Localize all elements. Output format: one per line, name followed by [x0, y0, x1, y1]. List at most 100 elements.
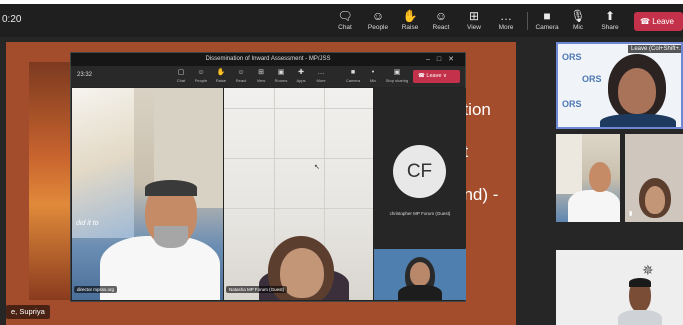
share-button[interactable]: ⬆ Share — [593, 8, 627, 31]
embedded-raise-label: Raise — [215, 78, 227, 83]
view-label: View — [467, 24, 481, 31]
raise-hand-button[interactable]: ✋ Raise — [393, 8, 427, 31]
embedded-raise-button[interactable]: ✋ Raise — [211, 68, 231, 83]
video-tile-natasha[interactable]: ↖ Natasha MP Forum (Guest) — [224, 88, 373, 300]
stop-sharing-icon: ▣ — [393, 69, 401, 76]
window-controls[interactable]: –□✕ — [426, 53, 461, 66]
meeting-toolbar: 0:20 🗨 Chat ☺ People ✋ Raise ☺ React ⊞ V… — [0, 4, 683, 37]
people-button[interactable]: ☺ People — [361, 8, 395, 31]
embedded-camera-label: Camera — [345, 78, 361, 83]
camera-label: Camera — [535, 24, 559, 31]
people-label: People — [367, 24, 389, 31]
embedded-more-button[interactable]: … More — [311, 68, 331, 83]
avatar: CF — [393, 145, 446, 198]
participant-name-tag: director mpsss.org — [74, 286, 118, 293]
person-head — [589, 162, 611, 192]
poster-image — [72, 88, 134, 238]
slide-image — [29, 62, 71, 300]
ceiling-line — [224, 158, 373, 159]
person-body — [398, 285, 442, 300]
leave-button[interactable]: ☎ Leave — [634, 12, 683, 31]
share-label: Share — [601, 24, 619, 31]
embedded-rooms-button[interactable]: ▣ Rooms — [271, 68, 291, 83]
react-label: React — [432, 24, 450, 31]
person-head — [410, 262, 430, 286]
video-tile-christopher[interactable]: CF christopher MP Forum (Guest) — [374, 88, 466, 248]
ceiling-line — [224, 108, 373, 109]
video-tile-active-speaker[interactable]: ORS ORS ORS Leave (Col+Shift+... — [556, 42, 683, 129]
poster-image — [556, 134, 582, 194]
embedded-timer: 23:32 — [77, 72, 93, 78]
camera-button[interactable]: ■ Camera — [530, 8, 564, 31]
embedded-meeting-window: Dissemination of Inward Assessment - MP/… — [70, 52, 466, 302]
meeting-timer: 0:20 — [2, 14, 22, 25]
more-button[interactable]: … More — [489, 8, 523, 31]
logo: ORS — [582, 74, 602, 84]
embedded-chat-button[interactable]: ▢ Chat — [171, 68, 191, 83]
embedded-react-label: React — [235, 78, 247, 83]
view-icon: ⊞ — [468, 9, 480, 23]
mic-icon: 🎙 — [570, 9, 586, 23]
view-button[interactable]: ⊞ View — [457, 8, 491, 31]
embedded-view-button[interactable]: ⊞ View — [251, 68, 271, 83]
camera-icon: ■ — [350, 69, 356, 76]
person-body — [568, 190, 620, 222]
video-tile-participant[interactable]: ✵ — [556, 250, 683, 325]
cursor-icon: ↖ — [314, 164, 320, 171]
video-tile-director[interactable]: did it to director mpsss.org — [72, 88, 223, 300]
embedded-people-label: People — [194, 78, 208, 83]
embedded-people-button[interactable]: ☺ People — [191, 68, 211, 83]
person-head — [645, 186, 665, 214]
raise-hand-icon: ✋ — [216, 69, 226, 76]
more-icon: … — [317, 69, 325, 76]
people-icon: ☺ — [371, 9, 385, 23]
embedded-react-button[interactable]: ☺ React — [231, 68, 251, 83]
toolbar-divider — [527, 12, 528, 30]
person-hair — [629, 278, 651, 287]
presenter-name-tag: e, Supriya — [6, 305, 50, 319]
chevron-down-icon: ∨ — [442, 73, 447, 79]
mic-label: Mic — [572, 24, 584, 31]
stop-sharing-button[interactable]: ▣ Stop sharing — [385, 68, 409, 83]
window-title: Dissemination of Inward Assessment - MP/… — [205, 56, 331, 62]
chat-button[interactable]: 🗨 Chat — [328, 8, 362, 31]
react-icon: ☺ — [434, 9, 448, 23]
embedded-leave-label: Leave — [426, 73, 442, 79]
apps-icon: ✚ — [298, 69, 304, 76]
participant-name-tag: christopher MP Forum (Guest) — [389, 211, 451, 216]
participant-name-tag: Natasha MP Forum (Guest) — [226, 286, 288, 293]
video-tile-natasha-small[interactable]: ▮ — [625, 134, 683, 222]
person-head — [618, 68, 656, 114]
share-icon: ⬆ — [604, 9, 616, 23]
embedded-chat-label: Chat — [176, 78, 186, 83]
stop-sharing-label: Stop sharing — [385, 78, 409, 83]
poster-text: did it to — [76, 220, 99, 227]
phone-icon: ☎ — [418, 73, 425, 79]
more-icon: … — [500, 9, 512, 23]
chat-icon: 🗨 — [337, 9, 353, 23]
embedded-camera-button[interactable]: ■ Camera — [343, 68, 363, 83]
view-icon: ⊞ — [258, 69, 264, 76]
embedded-mic-button[interactable]: • Mic — [363, 68, 383, 83]
raise-label: Raise — [401, 24, 419, 31]
meeting-stage: ation nt and) - Dissemination of Inward … — [0, 37, 683, 325]
rooms-icon: ▣ — [277, 69, 285, 76]
person-body — [600, 114, 676, 127]
chat-icon: ▢ — [177, 69, 185, 76]
embedded-more-label: More — [316, 78, 326, 83]
video-tile-director-small[interactable] — [556, 134, 620, 222]
window-title-bar: Dissemination of Inward Assessment - MP/… — [71, 53, 465, 66]
embedded-mic-label: Mic — [369, 78, 377, 83]
embedded-view-label: View — [256, 78, 266, 83]
video-tile-self[interactable] — [374, 249, 466, 300]
embedded-leave-button[interactable]: ☎ Leave ∨ — [413, 70, 460, 83]
embedded-apps-button[interactable]: ✚ Apps — [291, 68, 311, 83]
person-beard — [154, 226, 188, 248]
mic-button[interactable]: 🎙 Mic — [561, 8, 595, 31]
raise-hand-icon: ✋ — [402, 9, 418, 23]
person-body — [618, 310, 662, 325]
react-button[interactable]: ☺ React — [424, 8, 458, 31]
people-icon: ☺ — [197, 69, 205, 76]
shared-screen: ation nt and) - Dissemination of Inward … — [6, 42, 516, 325]
logo: ORS — [562, 52, 582, 62]
